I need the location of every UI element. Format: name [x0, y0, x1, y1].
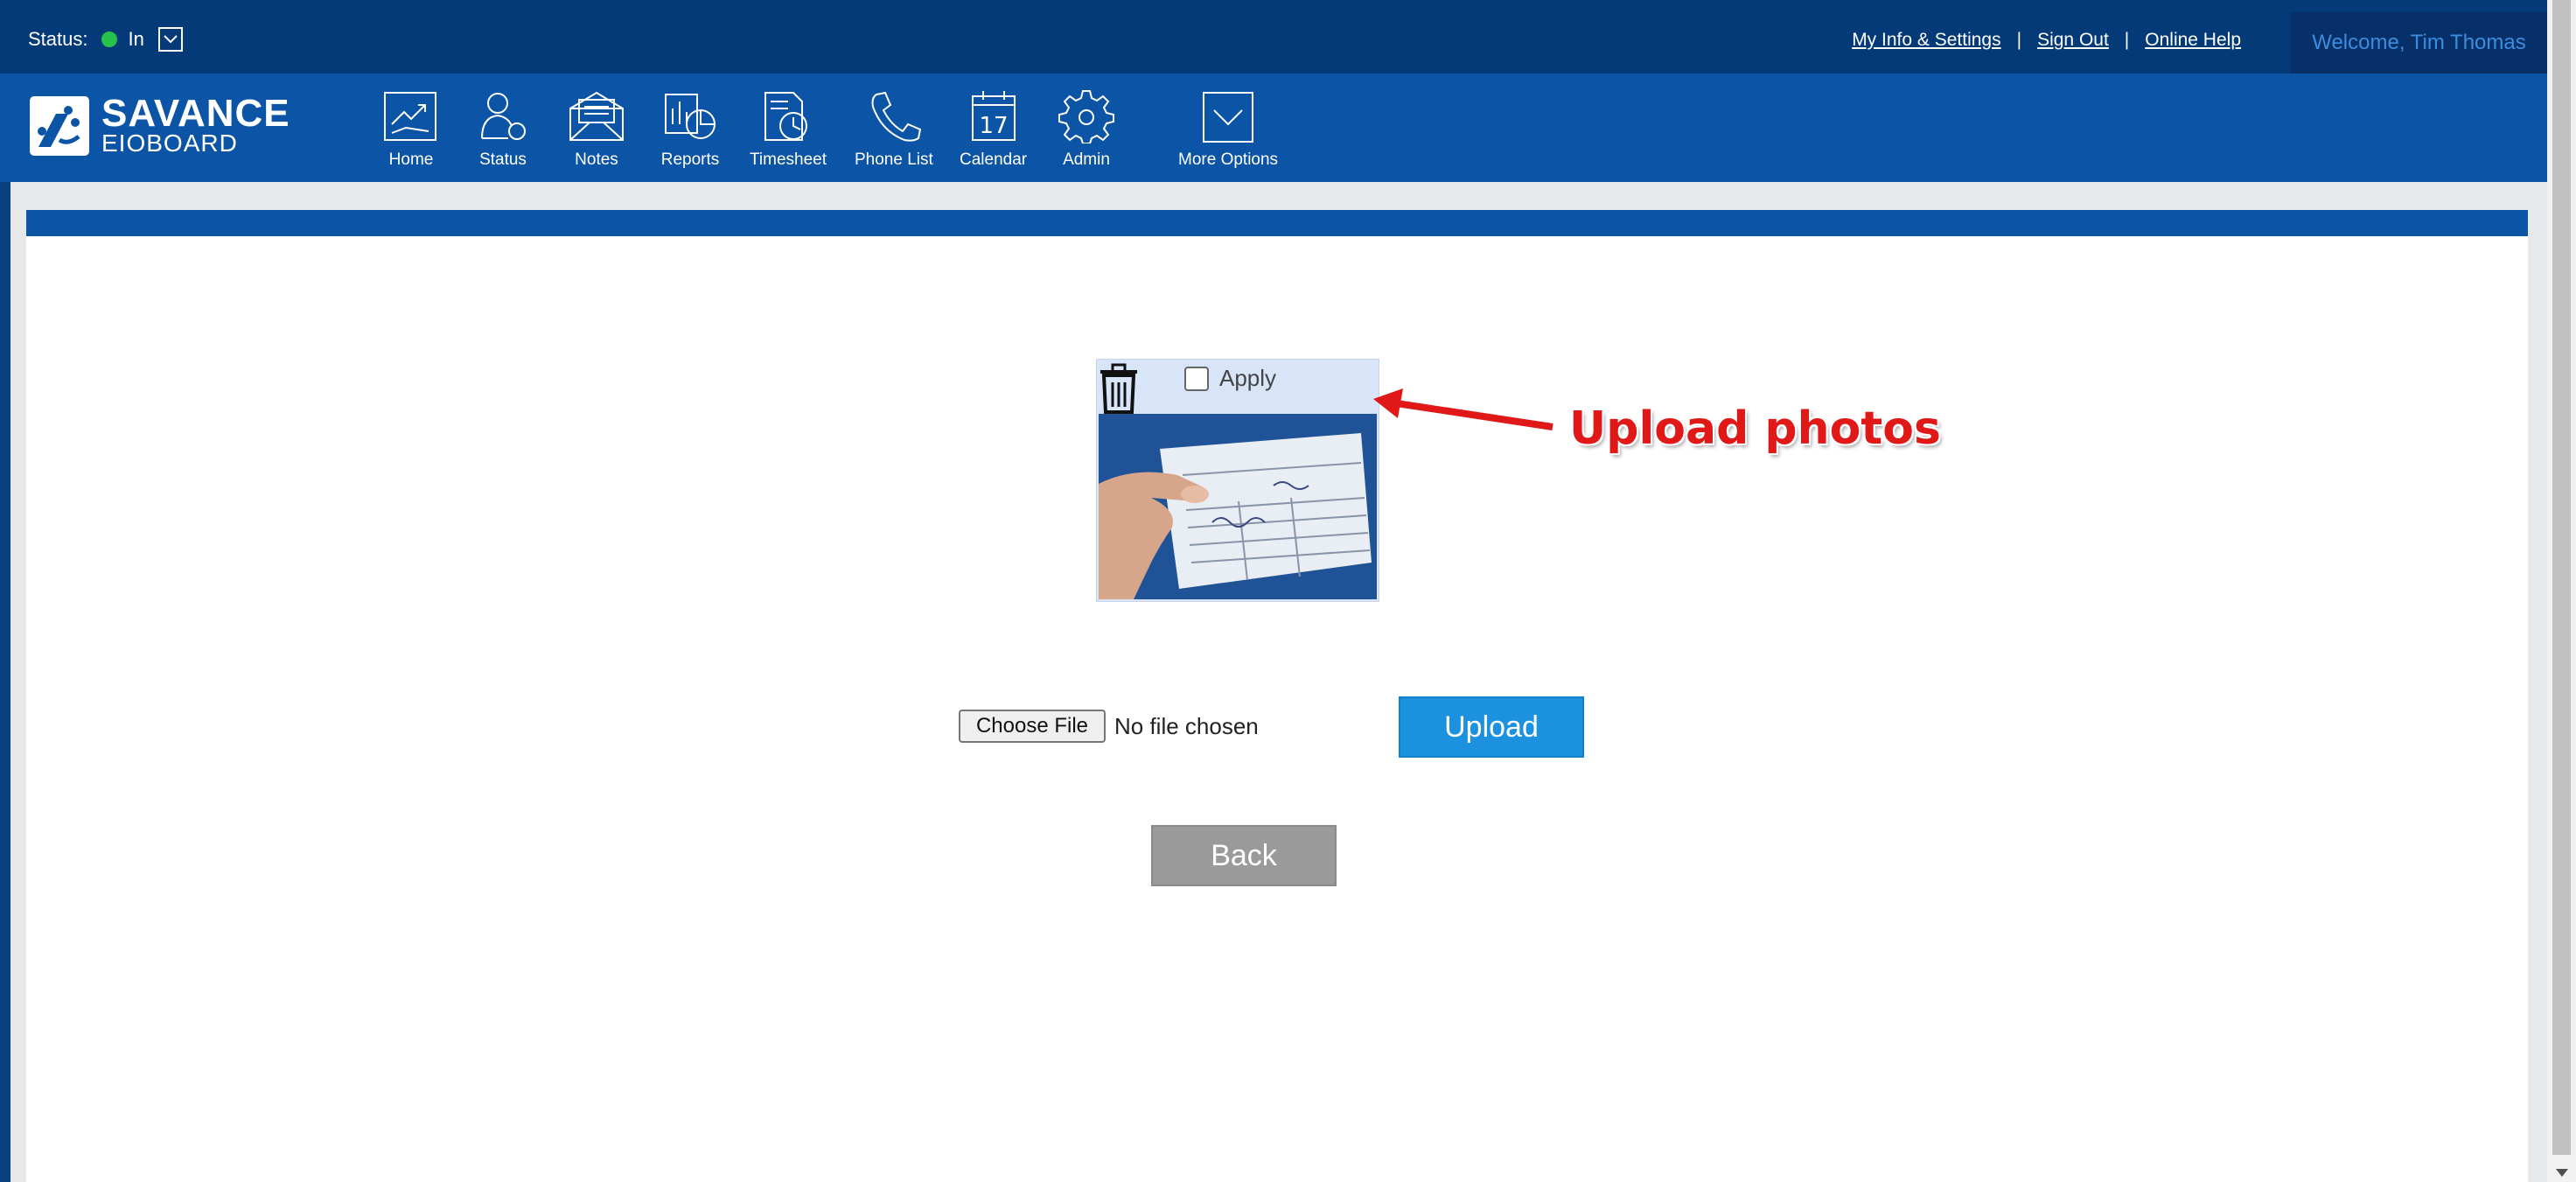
- calendar-icon: 17: [971, 91, 1016, 141]
- my-info-settings-link[interactable]: My Info & Settings: [1852, 30, 2000, 51]
- scroll-down-arrow-icon[interactable]: [2556, 1169, 2568, 1177]
- sign-out-link[interactable]: Sign Out: [2037, 30, 2109, 51]
- nav-label: Home: [388, 150, 434, 169]
- upload-button[interactable]: Upload: [1399, 696, 1584, 758]
- nav-calendar[interactable]: 17 Calendar: [960, 89, 1027, 170]
- choose-file-button[interactable]: Choose File: [959, 710, 1106, 743]
- online-help-link[interactable]: Online Help: [2145, 30, 2241, 51]
- nav-label: Status: [479, 150, 527, 169]
- link-separator: |: [2124, 30, 2130, 50]
- left-edge: [0, 182, 10, 1182]
- top-status-bar: Status: In My Info & Settings | Sign Out…: [0, 0, 2547, 73]
- file-status-text: No file chosen: [1114, 713, 1259, 739]
- vertical-scrollbar[interactable]: [2547, 0, 2576, 1182]
- back-button[interactable]: Back: [1151, 825, 1337, 886]
- nav-status[interactable]: Status: [473, 89, 533, 170]
- status-dropdown-button[interactable]: [157, 27, 183, 52]
- main-nav-bar: SAVANCE EIOBOARD Home Status Notes Repor…: [0, 73, 2547, 182]
- scrollbar-thumb[interactable]: [2552, 0, 2571, 1155]
- status-dot-icon: [101, 31, 118, 47]
- nav-label: Calendar: [960, 150, 1028, 169]
- nav-timesheet[interactable]: Timesheet: [750, 89, 827, 170]
- trash-icon[interactable]: [1097, 363, 1141, 416]
- phone-icon: [871, 91, 922, 142]
- chevron-down-icon: [164, 35, 178, 44]
- timesheet-icon: [764, 92, 807, 141]
- nav-home[interactable]: Home: [381, 89, 441, 170]
- vaccination-card-photo: [1099, 414, 1377, 599]
- nav-label: More Options: [1178, 150, 1279, 169]
- notes-icon: [569, 91, 624, 141]
- panel-header-strip: [26, 210, 2528, 236]
- nav-label: Phone List: [855, 150, 933, 169]
- link-separator: |: [2016, 30, 2022, 50]
- home-icon: [384, 92, 436, 141]
- status-value: In: [128, 28, 144, 50]
- status-label: Status:: [28, 28, 88, 50]
- apply-checkbox-box[interactable]: [1184, 366, 1209, 391]
- nav-admin[interactable]: Admin: [1057, 89, 1116, 170]
- nav-label: Admin: [1063, 150, 1110, 169]
- svg-text:17: 17: [979, 113, 1008, 139]
- nav-label: Reports: [660, 150, 720, 169]
- photo-card: Apply: [1096, 359, 1379, 602]
- apply-checkbox[interactable]: Apply: [1184, 365, 1276, 392]
- status-icon: [481, 93, 526, 140]
- apply-label: Apply: [1219, 365, 1277, 391]
- annotation-text: Upload photos: [1569, 402, 1941, 455]
- nav-reports[interactable]: Reports: [660, 89, 720, 170]
- gear-icon: [1058, 90, 1114, 143]
- welcome-message: Welcome, Tim Thomas: [2291, 12, 2547, 73]
- nav-more-options[interactable]: More Options: [1178, 89, 1278, 170]
- brand-name: SAVANCE: [101, 92, 290, 135]
- status-indicator: Status: In: [28, 26, 183, 52]
- brand-subname: EIOBOARD: [101, 129, 238, 157]
- top-links: My Info & Settings | Sign Out | Online H…: [1852, 30, 2241, 51]
- reports-icon: [665, 94, 716, 139]
- nav-notes[interactable]: Notes: [567, 89, 626, 170]
- savance-logo[interactable]: SAVANCE EIOBOARD: [30, 92, 290, 157]
- logo-mark-icon: [30, 96, 89, 156]
- nav-label: Timesheet: [750, 150, 827, 169]
- chevron-down-icon: [1203, 92, 1254, 143]
- annotation-arrow: [1373, 388, 1553, 430]
- nav-phone-list[interactable]: Phone List: [855, 89, 933, 170]
- nav-label: Notes: [575, 150, 618, 169]
